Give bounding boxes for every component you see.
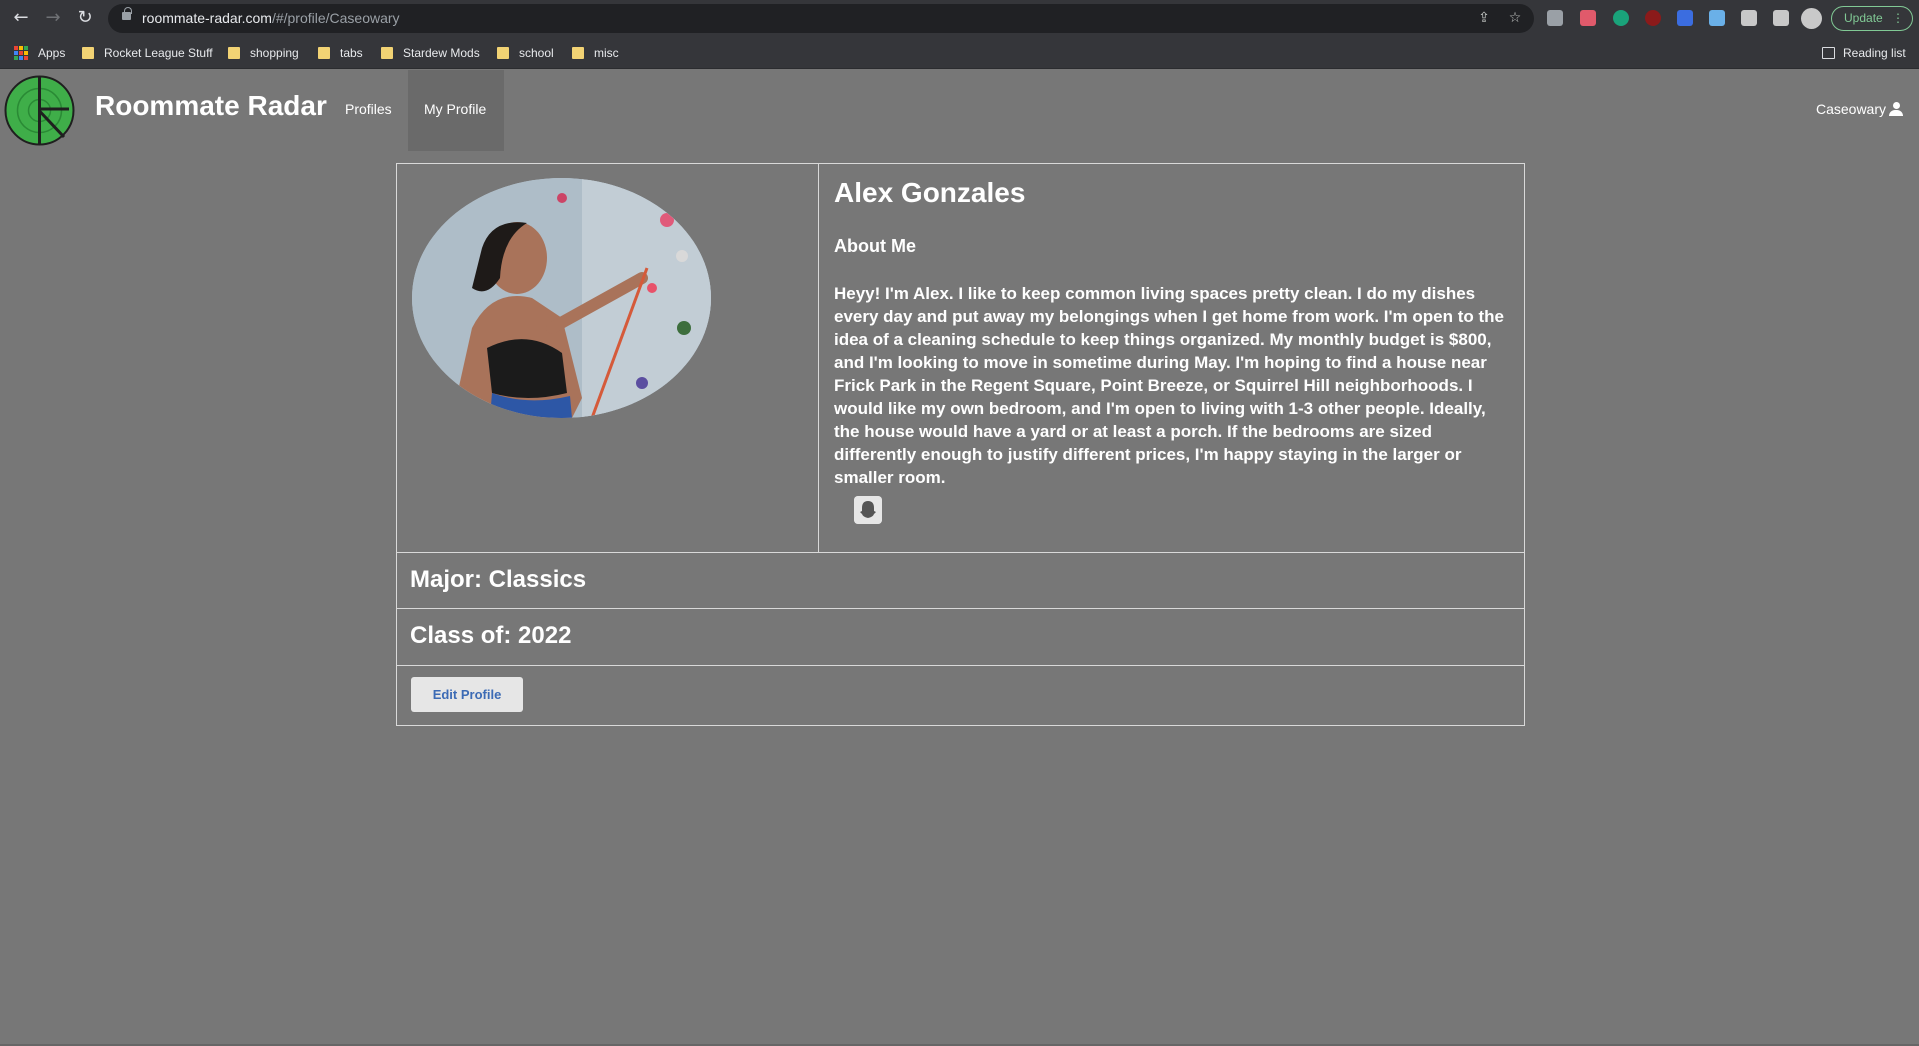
major-text: Major: Classics [410,566,587,593]
about-text: Heyy! I'm Alex. I like to keep common li… [834,284,1504,487]
bookmark-label: Stardew Mods [403,46,480,60]
nav-link-my-profile[interactable]: My Profile [424,101,486,117]
column-divider [818,164,819,553]
share-icon[interactable]: ⇪ [1475,9,1493,27]
folder-icon [82,47,94,59]
update-label: Update [1844,11,1883,25]
profile-card: Alex Gonzales About Me Heyy! I'm Alex. I… [396,163,1525,726]
browser-profile-avatar[interactable] [1801,8,1822,29]
reading-list-label: Reading list [1843,46,1906,60]
update-button[interactable]: Update ⋮ [1831,6,1913,31]
edit-profile-button[interactable]: Edit Profile [411,677,523,712]
nav-link-profiles[interactable]: Profiles [345,101,392,117]
site-navbar: Roommate Radar Profiles My Profile Caseo… [0,70,1919,151]
radar-logo[interactable] [4,75,75,146]
url-path: /#/profile/Caseowary [271,10,400,26]
lock-icon [122,7,132,20]
media-queue-icon[interactable] [1773,10,1789,26]
bookmark-label: Apps [38,46,66,60]
profile-photo [412,178,711,418]
username: Caseowary [1815,101,1886,117]
reading-list-button[interactable]: Reading list [1822,44,1906,62]
snapchat-icon[interactable] [854,496,882,524]
url-text[interactable]: roommate-radar.com/#/profile/Caseowary [142,10,400,26]
puzzle-icon[interactable] [1741,10,1757,26]
class-row: Class of: 2022 [397,610,1524,666]
extension-icon[interactable] [1613,10,1629,26]
bookmark-folder[interactable]: school [497,44,554,62]
folder-icon [228,47,240,59]
bookmarks-bar: Apps Rocket League Stuff shopping tabs S… [0,37,1919,69]
bookmark-folder[interactable]: Stardew Mods [381,44,480,62]
profile-name: Alex Gonzales [834,177,1026,208]
forward-icon[interactable]: → [41,6,65,30]
folder-icon [572,47,584,59]
reading-list-icon [1822,47,1835,59]
bookmark-label: school [519,46,554,60]
bookmark-folder[interactable]: misc [572,44,619,62]
bookmark-label: Rocket League Stuff [104,46,213,60]
about-heading: About Me [834,236,916,256]
profile-photo-image [412,178,711,418]
bookmark-folder[interactable]: tabs [318,44,363,62]
bookmark-label: tabs [340,46,363,60]
extension-icon[interactable] [1580,10,1596,26]
ublock-icon[interactable] [1645,10,1661,26]
extension-icon[interactable] [1709,10,1725,26]
bookmark-label: shopping [250,46,299,60]
site-title[interactable]: Roommate Radar [95,90,327,122]
browser-toolbar: ← → ↻ roommate-radar.com/#/profile/Caseo… [0,0,1919,37]
user-icon [1889,102,1903,116]
folder-icon [381,47,393,59]
user-menu[interactable]: Caseowary [1816,101,1903,117]
class-of-text: Class of: 2022 [410,622,572,649]
back-icon[interactable]: ← [9,6,33,30]
bookmark-folder[interactable]: shopping [228,44,299,62]
url-host: roommate-radar.com [142,10,272,26]
folder-icon [497,47,509,59]
profile-header-row: Alex Gonzales About Me Heyy! I'm Alex. I… [397,164,1524,553]
bookmark-label: misc [594,46,619,60]
address-bar[interactable]: roommate-radar.com/#/profile/Caseowary ⇪… [108,4,1534,33]
extension-icon[interactable] [1547,10,1563,26]
shield-icon[interactable] [1677,10,1693,26]
reload-icon[interactable]: ↻ [73,6,97,30]
bookmark-apps[interactable]: Apps [14,44,65,62]
apps-icon [14,46,28,60]
more-icon: ⋮ [1892,11,1904,25]
bookmark-star-icon[interactable]: ☆ [1506,9,1524,27]
bookmark-folder[interactable]: Rocket League Stuff [82,44,213,62]
major-row: Major: Classics [397,554,1524,609]
folder-icon [318,47,330,59]
